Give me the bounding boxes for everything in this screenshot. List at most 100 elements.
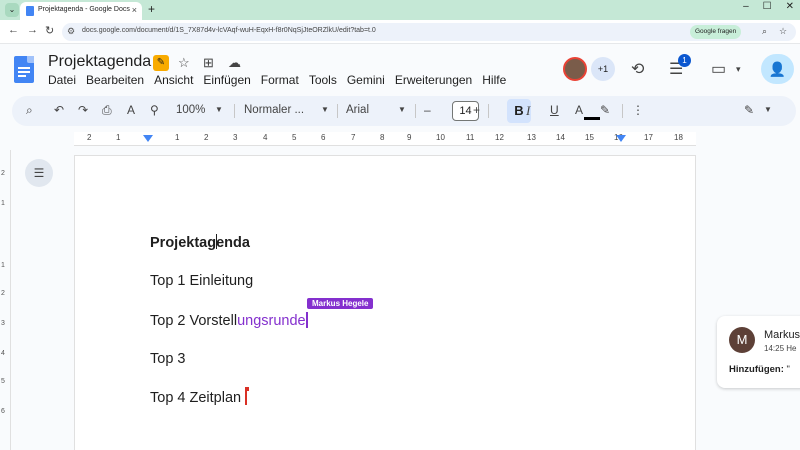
ruler-number: 2 [87,133,92,142]
ruler-number: 1 [1,262,5,269]
underline-button[interactable]: U [550,103,559,117]
window-close-icon[interactable]: ✕ [786,1,794,12]
browser-tab[interactable]: Projektagenda - Google Docs × [20,2,142,20]
forward-icon[interactable]: → [27,24,38,36]
bookmark-star-icon[interactable]: ☆ [779,26,787,37]
style-chevron-down-icon[interactable]: ▼ [321,105,329,114]
maximize-icon[interactable]: ☐ [763,1,772,12]
increase-font-icon[interactable]: + [473,103,480,117]
search-menus-icon[interactable]: ⌕ [26,103,33,118]
move-folder-icon[interactable]: ⊞ [203,55,214,71]
menu-gemini[interactable]: Gemini [347,73,385,87]
agenda-line-3[interactable]: Top 3 [150,351,185,367]
menu-file[interactable]: Datei [48,73,76,87]
more-options-icon[interactable]: ⋮ [632,103,644,117]
left-indent-marker[interactable] [143,135,153,142]
ruler-number: 6 [321,133,326,142]
suggested-insertion[interactable]: ungsrunde [237,313,306,329]
ruler-number: 2 [1,170,5,177]
chevron-down-icon[interactable]: ▾ [736,64,741,75]
more-collaborators-badge[interactable]: +1 [591,57,615,81]
document-outline-button[interactable]: ☰ [25,159,53,187]
comments-count-badge: 1 [678,54,691,67]
ruler-number: 6 [1,408,5,415]
ruler-number: 2 [1,290,5,297]
undo-icon[interactable]: ↶ [54,103,64,117]
ruler-number: 18 [674,133,683,142]
suggestion-card[interactable]: M Markus 14:25 He Hinzufügen: " [717,316,800,388]
back-icon[interactable]: ← [8,24,19,36]
right-indent-marker[interactable] [616,135,626,142]
editing-mode-icon[interactable]: ✎ [744,103,754,117]
site-info-icon[interactable]: ⚙ [67,26,75,37]
zoom-chevron-down-icon[interactable]: ▼ [215,105,223,114]
url-field[interactable]: ⚙ docs.google.com/document/d/1S_7X87d4v-… [62,23,796,41]
italic-button[interactable]: I [526,103,530,119]
highlight-icon[interactable]: ✎ [600,103,610,117]
collaborator-avatar[interactable] [563,57,587,81]
document-title[interactable]: Projektagenda [48,53,151,71]
collaborator-cursor-red [245,387,249,405]
address-bar: ← → ↻ ⚙ docs.google.com/document/d/1S_7X… [0,20,800,44]
new-tab-button[interactable]: + [148,2,155,16]
agenda-line-1[interactable]: Top 1 Einleitung [150,273,253,289]
url-text[interactable]: docs.google.com/document/d/1S_7X87d4v-lc… [82,27,376,34]
redo-icon[interactable]: ↷ [78,103,88,117]
menu-insert[interactable]: Einfügen [203,73,250,87]
share-button[interactable]: 👤 [761,54,794,84]
ruler-number: 14 [556,133,565,142]
ruler-number: 1 [1,200,5,207]
agenda-line-4[interactable]: Top 4 Zeitplan [150,390,241,406]
decrease-font-icon[interactable]: – [424,103,431,117]
avatar: M [729,327,755,353]
star-icon[interactable]: ☆ [178,55,190,71]
print-icon[interactable]: ⎙ [102,103,112,118]
collaborator-name-flag: Markus Hegele [307,298,374,309]
ask-google-button[interactable]: Google fragen [690,25,742,39]
tab-title: Projektagenda - Google Docs [38,6,130,13]
menu-format[interactable]: Format [261,73,299,87]
browser-tab-bar: ⌄ Projektagenda - Google Docs × + – ☐ ✕ [0,0,800,20]
menu-extensions[interactable]: Erweiterungen [395,73,472,87]
document-label-icon[interactable]: ✎ [153,55,169,71]
formatting-toolbar: ⌕ ↶ ↷ ⎙ A ⚲ 100% ▼ Normaler ... ▼ Arial … [12,96,796,126]
font-select[interactable]: Arial [346,104,369,116]
menu-view[interactable]: Ansicht [154,73,193,87]
menu-help[interactable]: Hilfe [482,73,506,87]
heading-text-start: Projektag [150,235,217,251]
reload-icon[interactable]: ↻ [45,24,54,37]
docs-logo-icon[interactable] [14,56,34,83]
list-icon: ☰ [33,166,45,180]
minimize-icon[interactable]: – [743,1,749,12]
comment-time: 14:25 He [764,344,797,353]
suggestion-action-label: Hinzufügen: [729,364,784,375]
ruler-number: 1 [175,133,180,142]
document-heading[interactable]: Projektagenda [150,234,250,251]
editing-mode-chevron-icon[interactable]: ▼ [764,105,772,114]
window-controls: – ☐ ✕ [743,1,794,12]
style-select[interactable]: Normaler ... [244,104,304,116]
ruler-number: 7 [351,133,356,142]
spellcheck-icon[interactable]: A [127,103,135,117]
ruler-number: 5 [292,133,297,142]
vertical-ruler: 2 1 1 2 3 4 5 6 [0,150,11,450]
cloud-saved-icon[interactable]: ☁ [228,55,241,71]
tab-search-icon[interactable]: ⌄ [5,3,19,17]
document-page[interactable]: Projektagenda Top 1 Einleitung Top 2 Vor… [74,155,696,450]
meet-video-icon[interactable]: ▭ [711,59,726,79]
menu-tools[interactable]: Tools [309,73,337,87]
zoom-select[interactable]: 100% [176,104,205,116]
version-history-icon[interactable]: ⟲ [631,59,644,79]
ruler-number: 3 [1,320,5,327]
ruler-number: 15 [585,133,594,142]
font-chevron-down-icon[interactable]: ▼ [398,105,406,114]
menu-edit[interactable]: Bearbeiten [86,73,144,87]
ruler-number: 13 [527,133,536,142]
ruler-number: 5 [1,378,5,385]
text-color-icon[interactable]: A [575,103,583,117]
close-icon[interactable]: × [132,5,137,15]
zoom-icon[interactable]: ⌕ [762,26,767,37]
agenda-line-2[interactable]: Top 2 Vorstellungsrunde [150,312,308,329]
ruler-number: 9 [407,133,412,142]
paint-format-icon[interactable]: ⚲ [150,103,159,117]
